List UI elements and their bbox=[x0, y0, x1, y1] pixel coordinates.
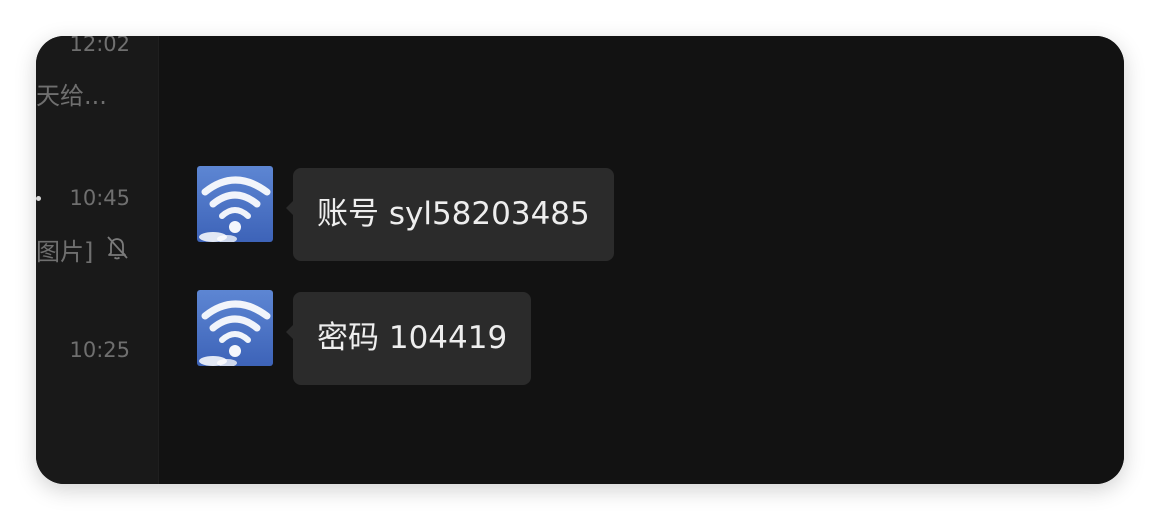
bell-slash-icon bbox=[102, 232, 132, 262]
conversation-item[interactable]: 10:25 bbox=[36, 338, 158, 438]
wifi-cloud-icon bbox=[197, 166, 273, 242]
message-row: 账号 syl58203485 bbox=[197, 166, 637, 262]
conversation-time: 10:45 bbox=[69, 186, 130, 210]
message-row: 密码 104419 bbox=[197, 290, 637, 386]
message-bubble[interactable]: 账号 syl58203485 bbox=[293, 168, 614, 261]
chat-window: 12:02 天给... 10:45 图片] 10:25 账号 syl582034… bbox=[36, 36, 1124, 484]
conversation-preview: 天给... bbox=[36, 82, 107, 110]
unread-dot bbox=[36, 196, 41, 201]
sender-avatar[interactable] bbox=[197, 166, 273, 242]
conversation-preview: 图片] bbox=[36, 238, 94, 266]
message-area[interactable]: 账号 syl58203485 密码 104419 bbox=[159, 36, 1124, 484]
message-bubble[interactable]: 密码 104419 bbox=[293, 292, 532, 385]
conversation-item[interactable]: 10:45 图片] bbox=[36, 186, 158, 286]
conversation-time: 10:25 bbox=[69, 338, 130, 362]
conversation-time: 12:02 bbox=[69, 36, 130, 56]
conversation-item[interactable]: 12:02 天给... bbox=[36, 36, 158, 132]
conversation-list[interactable]: 12:02 天给... 10:45 图片] 10:25 bbox=[36, 36, 159, 484]
sender-avatar[interactable] bbox=[197, 290, 273, 366]
wifi-cloud-icon bbox=[197, 290, 273, 366]
